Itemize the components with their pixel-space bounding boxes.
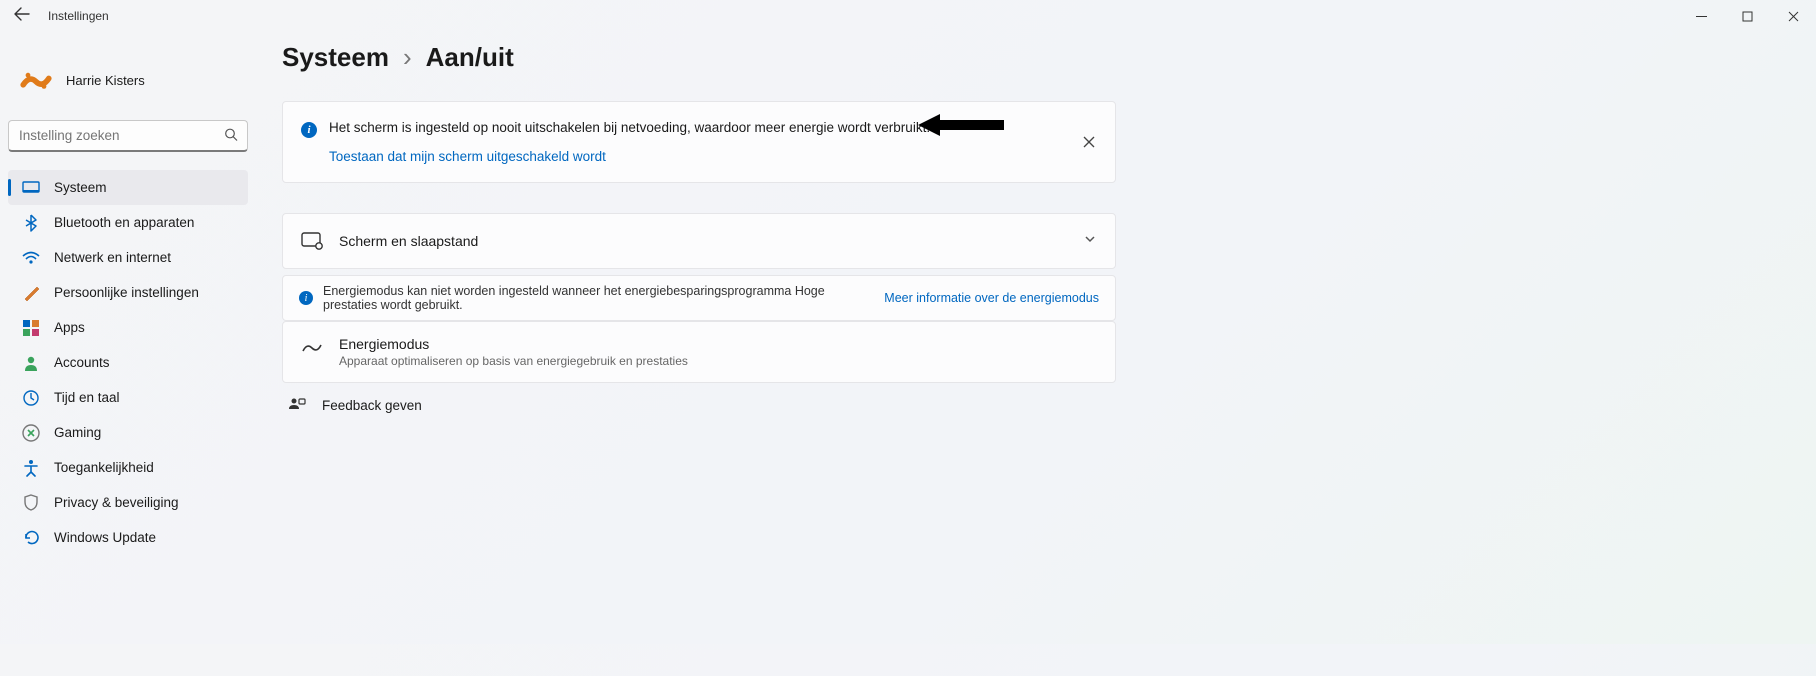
close-button[interactable] [1770,0,1816,32]
header-row: Instellingen [0,0,1816,32]
energy-mode-title: Energiemodus [339,336,688,352]
person-icon [22,354,40,372]
info-banner: i Het scherm is ingesteld op nooit uitsc… [282,101,1116,183]
wifi-icon [22,249,40,267]
setting-energiemodus: Energiemodus Apparaat optimaliseren op b… [282,321,1116,383]
shield-icon [22,494,40,512]
warning-text: Energiemodus kan niet worden ingesteld w… [323,284,874,312]
info-banner-link[interactable]: Toestaan dat mijn scherm uitgeschakeld w… [329,149,1097,164]
system-icon [22,179,40,197]
breadcrumb-parent[interactable]: Systeem [282,42,389,73]
app-title: Instellingen [48,9,109,23]
search-input[interactable] [8,120,248,152]
window-controls [1678,0,1816,32]
sidebar-item-label: Privacy & beveiliging [54,495,179,510]
page-title: Aan/uit [426,42,514,73]
sidebar-item-persoonlijk[interactable]: Persoonlijke instellingen [8,275,248,310]
info-icon: i [301,122,317,138]
apps-icon [22,319,40,337]
sidebar-item-label: Gaming [54,425,101,440]
sidebar-item-windows-update[interactable]: Windows Update [8,520,248,555]
sidebar-item-label: Toegankelijkheid [54,460,154,475]
user-tile[interactable]: Harrie Kisters [8,54,248,106]
feedback-link[interactable]: Feedback geven [282,387,1116,423]
energy-mode-icon [301,339,323,355]
user-name: Harrie Kisters [66,73,145,88]
search-icon [224,128,238,145]
maximize-button[interactable] [1724,0,1770,32]
sidebar-item-label: Apps [54,320,85,335]
sidebar-item-privacy[interactable]: Privacy & beveiliging [8,485,248,520]
info-banner-text: Het scherm is ingesteld op nooit uitscha… [329,120,1097,135]
sidebar-item-tijd-taal[interactable]: Tijd en taal [8,380,248,415]
bluetooth-icon [22,214,40,232]
setting-label: Scherm en slaapstand [339,233,1067,249]
sidebar-item-systeem[interactable]: Systeem [8,170,248,205]
feedback-icon [288,397,306,413]
feedback-label: Feedback geven [322,398,422,413]
sidebar-item-accounts[interactable]: Accounts [8,345,248,380]
sidebar-item-label: Persoonlijke instellingen [54,285,199,300]
sidebar-item-netwerk[interactable]: Netwerk en internet [8,240,248,275]
avatar [18,66,54,94]
sidebar-item-label: Systeem [54,180,107,195]
main-content: Systeem › Aan/uit i Het scherm is ingest… [256,32,1156,676]
minimize-button[interactable] [1678,0,1724,32]
breadcrumb-separator: › [403,42,412,73]
clock-globe-icon [22,389,40,407]
screen-sleep-icon [301,230,323,252]
chevron-down-icon [1083,232,1097,251]
energy-warning-strip: i Energiemodus kan niet worden ingesteld… [282,275,1116,321]
update-icon [22,529,40,547]
setting-scherm-slaapstand[interactable]: Scherm en slaapstand [282,213,1116,269]
sidebar-item-label: Tijd en taal [54,390,120,405]
sidebar-item-apps[interactable]: Apps [8,310,248,345]
sidebar-item-label: Netwerk en internet [54,250,171,265]
search-wrap [8,120,248,152]
sidebar-item-label: Windows Update [54,530,156,545]
accessibility-icon [22,459,40,477]
sidebar: Harrie Kisters Systeem Bluetooth en appa… [0,32,256,676]
sidebar-item-gaming[interactable]: Gaming [8,415,248,450]
sidebar-item-label: Bluetooth en apparaten [54,215,194,230]
gaming-icon [22,424,40,442]
breadcrumb: Systeem › Aan/uit [282,42,1116,73]
back-button[interactable] [14,7,30,25]
close-icon[interactable] [1077,130,1101,154]
sidebar-item-bluetooth[interactable]: Bluetooth en apparaten [8,205,248,240]
sidebar-item-label: Accounts [54,355,110,370]
sidebar-item-toegankelijkheid[interactable]: Toegankelijkheid [8,450,248,485]
warning-link[interactable]: Meer informatie over de energiemodus [884,291,1099,305]
info-icon: i [299,291,313,305]
nav-list: Systeem Bluetooth en apparaten Netwerk e… [8,170,248,555]
energy-mode-subtitle: Apparaat optimaliseren op basis van ener… [339,354,688,368]
brush-icon [22,284,40,302]
